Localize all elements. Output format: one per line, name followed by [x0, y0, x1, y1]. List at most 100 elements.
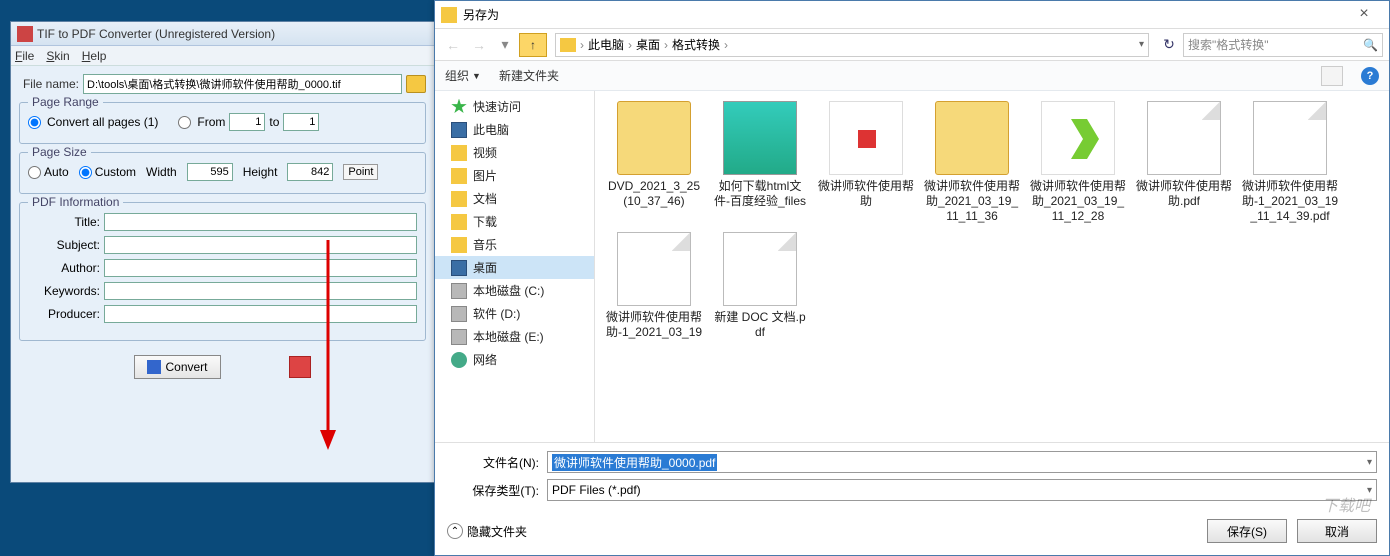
convert-all-radio-label[interactable]: Convert all pages (1) [28, 115, 158, 129]
author-input[interactable] [104, 259, 417, 277]
from-input[interactable] [229, 113, 265, 131]
sidebar-item[interactable]: 桌面 [435, 256, 594, 279]
auto-radio-label[interactable]: Auto [28, 165, 69, 179]
auto-radio[interactable] [28, 166, 41, 179]
file-item[interactable]: 微讲师软件使用帮助-1_2021_03_19 [603, 230, 705, 342]
pdf-info-legend: PDF Information [28, 195, 123, 209]
width-input[interactable] [187, 163, 233, 181]
open-file-icon[interactable] [406, 75, 426, 93]
search-input[interactable]: 搜索"格式转换" 🔍 [1183, 33, 1383, 57]
file-name-label: 微讲师软件使用帮助-1_2021_03_19 [605, 310, 703, 340]
cancel-button[interactable]: 取消 [1297, 519, 1377, 543]
title-input[interactable] [104, 213, 417, 231]
custom-radio[interactable] [79, 166, 92, 179]
drive-icon [451, 329, 467, 345]
producer-input[interactable] [104, 305, 417, 323]
filename-label: 文件名(N): [447, 454, 547, 471]
custom-radio-label[interactable]: Custom [79, 165, 136, 179]
unit-select[interactable]: Point [343, 164, 378, 180]
history-dropdown[interactable]: ▾ [493, 33, 517, 57]
sidebar-item-label: 此电脑 [473, 121, 509, 138]
breadcrumb-desktop[interactable]: 桌面 [636, 36, 660, 53]
organize-button[interactable]: 组织 ▼ [445, 67, 481, 84]
breadcrumb-folder[interactable]: 格式转换 [672, 36, 720, 53]
page-size-fieldset: Page Size Auto Custom Width Height Point [19, 152, 426, 194]
sidebar-item[interactable]: 图片 [435, 164, 594, 187]
saveas-dialog: 另存为 × ← → ▾ ↑ › 此电脑 › 桌面 › 格式转换 › ▾ ↻ 搜索… [434, 0, 1390, 556]
convert-all-radio[interactable] [28, 116, 41, 129]
file-name-label: File name: [19, 77, 79, 91]
new-folder-button[interactable]: 新建文件夹 [499, 67, 559, 84]
chevron-down-icon[interactable]: ▾ [1367, 485, 1372, 496]
sidebar-item[interactable]: 本地磁盘 (C:) [435, 279, 594, 302]
save-button[interactable]: 保存(S) [1207, 519, 1287, 543]
file-thumb-icon [617, 232, 691, 306]
file-item[interactable]: 新建 DOC 文档.pdf [709, 230, 811, 342]
subject-input[interactable] [104, 236, 417, 254]
file-name-label: 如何下载html文件-百度经验_files [711, 179, 809, 209]
file-name-label: 新建 DOC 文档.pdf [711, 310, 809, 340]
saveas-bottom: 文件名(N): 微讲师软件使用帮助_0000.pdf ▾ 保存类型(T): PD… [435, 442, 1389, 511]
keywords-label: Keywords: [28, 284, 104, 298]
forward-button[interactable]: → [467, 33, 491, 57]
back-button[interactable]: ← [441, 33, 465, 57]
menu-help[interactable]: Help [82, 49, 107, 63]
stop-button[interactable] [289, 356, 311, 378]
breadcrumb-dropdown-icon[interactable]: ▾ [1139, 39, 1144, 50]
file-item[interactable]: 微讲师软件使用帮助.pdf [1133, 99, 1235, 226]
up-button[interactable]: ↑ [519, 33, 547, 57]
from-radio[interactable] [178, 116, 191, 129]
folder-icon [451, 237, 467, 253]
filetype-field[interactable]: PDF Files (*.pdf) ▾ [547, 479, 1377, 501]
sidebar-item[interactable]: 视频 [435, 141, 594, 164]
sidebar-item[interactable]: 此电脑 [435, 118, 594, 141]
chevron-down-icon[interactable]: ▾ [1367, 457, 1372, 468]
file-item[interactable]: 微讲师软件使用帮助-1_2021_03_19_11_14_39.pdf [1239, 99, 1341, 226]
file-name-input[interactable] [83, 74, 402, 94]
file-item[interactable]: DVD_2021_3_25(10_37_46) [603, 99, 705, 226]
file-item[interactable]: 微讲师软件使用帮助_2021_03_19_11_12_28 [1027, 99, 1129, 226]
from-radio-label[interactable]: From to [178, 113, 319, 131]
sidebar-item-label: 桌面 [473, 259, 497, 276]
filename-field[interactable]: 微讲师软件使用帮助_0000.pdf ▾ [547, 451, 1377, 473]
sidebar-item[interactable]: 文档 [435, 187, 594, 210]
refresh-icon[interactable]: ↻ [1157, 33, 1181, 57]
sidebar-item-label: 快速访问 [473, 98, 521, 115]
producer-label: Producer: [28, 307, 104, 321]
view-options-icon[interactable] [1321, 66, 1343, 86]
file-item[interactable]: 微讲师软件使用帮助_2021_03_19_11_11_36 [921, 99, 1023, 226]
breadcrumb-pc[interactable]: 此电脑 [588, 36, 624, 53]
converter-titlebar[interactable]: TIF to PDF Converter (Unregistered Versi… [11, 22, 434, 46]
sidebar: 快速访问此电脑视频图片文档下载音乐桌面本地磁盘 (C:) 软件 (D:) 本地磁盘 … [435, 91, 595, 442]
sidebar-item-label: 图片 [473, 167, 497, 184]
sidebar-item[interactable]: 下载 [435, 210, 594, 233]
file-item[interactable]: 微讲师软件使用帮助 [815, 99, 917, 226]
file-thumb-icon [617, 101, 691, 175]
file-thumb-icon [1147, 101, 1221, 175]
close-icon[interactable]: × [1345, 5, 1383, 25]
star-icon [451, 99, 467, 115]
height-input[interactable] [287, 163, 333, 181]
page-range-fieldset: Page Range Convert all pages (1) From to [19, 102, 426, 144]
hide-folders-toggle[interactable]: ⌃ 隐藏文件夹 [447, 523, 527, 540]
sidebar-item[interactable]: 软件 (D:) [435, 302, 594, 325]
help-icon[interactable]: ? [1361, 67, 1379, 85]
page-size-legend: Page Size [28, 145, 91, 159]
convert-button[interactable]: Convert [134, 355, 220, 379]
sidebar-item-label: 视频 [473, 144, 497, 161]
menu-file[interactable]: File [15, 49, 34, 63]
file-item[interactable]: 如何下载html文件-百度经验_files [709, 99, 811, 226]
saveas-titlebar[interactable]: 另存为 × [435, 1, 1389, 29]
breadcrumb[interactable]: › 此电脑 › 桌面 › 格式转换 › ▾ [555, 33, 1149, 57]
sidebar-item[interactable]: 快速访问 [435, 95, 594, 118]
to-input[interactable] [283, 113, 319, 131]
menu-skin[interactable]: Skin [46, 49, 69, 63]
keywords-input[interactable] [104, 282, 417, 300]
sidebar-item[interactable]: 音乐 [435, 233, 594, 256]
sidebar-item[interactable]: 本地磁盘 (E:) [435, 325, 594, 348]
file-area[interactable]: DVD_2021_3_25(10_37_46)如何下载html文件-百度经验_f… [595, 91, 1389, 442]
sidebar-item-label: 软件 (D:) [473, 305, 520, 322]
saveas-toolbar: 组织 ▼ 新建文件夹 ? [435, 61, 1389, 91]
converter-window: TIF to PDF Converter (Unregistered Versi… [10, 21, 435, 483]
sidebar-item[interactable]: 网络 [435, 348, 594, 371]
